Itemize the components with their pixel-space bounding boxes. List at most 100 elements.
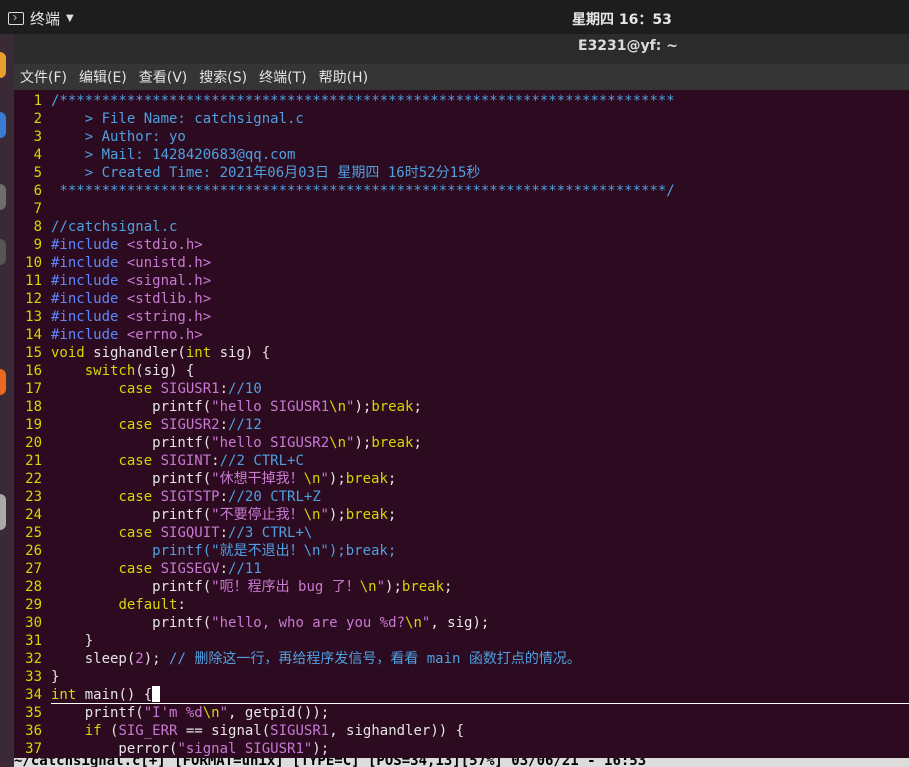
menu-item[interactable]: 文件(F) xyxy=(20,67,67,87)
code-text: case SIGUSR1://10 xyxy=(51,380,261,398)
code-token: <signal.h> xyxy=(126,273,212,289)
code-token: sighandler( xyxy=(84,345,186,361)
code-line: 35 printf("I'm %d\n", getpid()); xyxy=(14,704,909,722)
code-line: 15 void sighandler(int sig) { xyxy=(14,344,909,362)
code-text: printf("hello SIGUSR2\n");break; xyxy=(51,434,422,452)
line-number: 8 xyxy=(33,219,42,235)
caret-down-icon: ▼ xyxy=(66,13,74,24)
code-token: ; xyxy=(387,471,397,487)
line-number: 12 xyxy=(25,291,42,307)
code-line: 33} xyxy=(14,668,909,686)
code-text: case SIGSEGV://11 xyxy=(51,560,262,578)
code-token: ( xyxy=(101,723,119,739)
dock-app-icon[interactable] xyxy=(0,494,6,530)
code-token: <errno.h> xyxy=(126,327,203,343)
code-token: switch xyxy=(84,363,136,379)
code-token: (sig) { xyxy=(135,363,195,379)
vim-editor[interactable]: 1 /**************************************… xyxy=(14,90,909,758)
code-token: /***************************************… xyxy=(51,93,675,109)
code-line: 13 #include <string.h> xyxy=(14,308,909,326)
code-token: : xyxy=(211,453,220,469)
menu-item[interactable]: 搜索(S) xyxy=(199,67,247,87)
code-token: } xyxy=(51,633,94,649)
code-token: SIGINT xyxy=(160,453,212,469)
code-token: " xyxy=(320,507,329,523)
code-token: ; xyxy=(413,399,422,415)
code-token: //catchsignal.c xyxy=(51,219,178,235)
code-token: "呃！程序出 bug 了！ xyxy=(211,579,360,595)
dock-app-icon[interactable] xyxy=(0,369,6,395)
line-number: 36 xyxy=(25,723,42,739)
code-token: : xyxy=(219,525,229,541)
line-number: 30 xyxy=(25,615,42,631)
code-token: ); xyxy=(354,399,372,415)
code-text: printf("不要停止我！\n");break; xyxy=(51,506,396,524)
line-number: 31 xyxy=(25,633,42,649)
code-line: 20 printf("hello SIGUSR2\n");break; xyxy=(14,434,909,452)
app-menu[interactable]: 终端 ▼ xyxy=(8,8,74,29)
dock-app-icon[interactable] xyxy=(0,52,6,78)
line-number: 33 xyxy=(25,669,42,685)
code-token: ); xyxy=(385,579,402,595)
code-token: \n xyxy=(329,435,347,451)
code-token: ); xyxy=(354,435,372,451)
menu-item[interactable]: 帮助(H) xyxy=(319,67,368,87)
window-titlebar[interactable]: E3231@yf: ~ xyxy=(0,34,909,64)
code-token: void xyxy=(51,345,85,361)
code-line: 12 #include <stdlib.h> xyxy=(14,290,909,308)
code-token: " xyxy=(219,705,229,721)
window-title: E3231@yf: ~ xyxy=(578,38,678,54)
code-text: switch(sig) { xyxy=(51,362,195,380)
code-text: } xyxy=(51,668,59,686)
code-token: //11 xyxy=(228,561,262,577)
dock-app-icon[interactable] xyxy=(0,184,6,210)
menu-bar: 文件(F) 编辑(E) 查看(V) 搜索(S) 终端(T) 帮助(H) xyxy=(0,64,909,90)
code-token: case xyxy=(118,381,153,397)
code-token: == signal( xyxy=(177,723,271,739)
code-token: case xyxy=(118,525,153,541)
code-token: "hello, who are you %d? xyxy=(211,615,406,631)
code-line: 4 > Mail: 1428420683@qq.com xyxy=(14,146,909,164)
code-text: if (SIG_ERR == signal(SIGUSR1, sighandle… xyxy=(51,722,464,740)
code-text: printf("hello SIGUSR1\n");break; xyxy=(51,398,422,416)
code-token: break xyxy=(345,507,388,523)
code-token: int xyxy=(185,345,212,361)
code-line: 23 case SIGTSTP://20 CTRL+Z xyxy=(14,488,909,506)
code-token: : xyxy=(177,597,186,613)
code-token: SIGUSR1 xyxy=(270,723,330,739)
code-text: > Created Time: 2021年06月03日 星期四 16时52分15… xyxy=(51,164,481,182)
code-token: ); xyxy=(312,741,330,757)
code-line: 17 case SIGUSR1://10 xyxy=(14,380,909,398)
line-number: 14 xyxy=(25,327,42,343)
code-line: 7 xyxy=(14,200,909,218)
code-token: break xyxy=(401,579,445,595)
menu-item[interactable]: 编辑(E) xyxy=(79,67,127,87)
code-token: > File Name: catchsignal.c xyxy=(51,111,304,127)
line-number: 11 xyxy=(25,273,42,289)
dock-app-icon[interactable] xyxy=(0,112,6,138)
code-token: if xyxy=(84,723,102,739)
clock[interactable]: 星期四 16：53 xyxy=(572,9,672,29)
code-token: // 删除这一行，再给程序发信号，看看 main 函数打点的情况。 xyxy=(169,651,581,667)
code-token: #include xyxy=(51,237,127,253)
dock-app-icon[interactable] xyxy=(0,239,6,265)
text-cursor xyxy=(152,686,161,702)
vim-status-line: ~/catchsignal.c[+] [FORMAT=unix] [TYPE=C… xyxy=(14,758,909,767)
code-token: > Author: yo xyxy=(51,129,186,145)
line-number: 20 xyxy=(25,435,42,451)
top-panel: 终端 ▼ 星期四 16：53 xyxy=(0,0,909,34)
line-number: 13 xyxy=(25,309,42,325)
code-token: //3 CTRL+\ xyxy=(228,525,313,541)
menu-item[interactable]: 查看(V) xyxy=(139,67,188,87)
code-line: 22 printf("休想干掉我！\n");break; xyxy=(14,470,909,488)
line-number: 15 xyxy=(25,345,42,361)
code-token: case xyxy=(118,489,153,505)
menu-item[interactable]: 终端(T) xyxy=(259,67,306,87)
code-line: 32 sleep(2); // 删除这一行，再给程序发信号，看看 main 函数… xyxy=(14,650,909,668)
code-token: #include xyxy=(51,273,127,289)
